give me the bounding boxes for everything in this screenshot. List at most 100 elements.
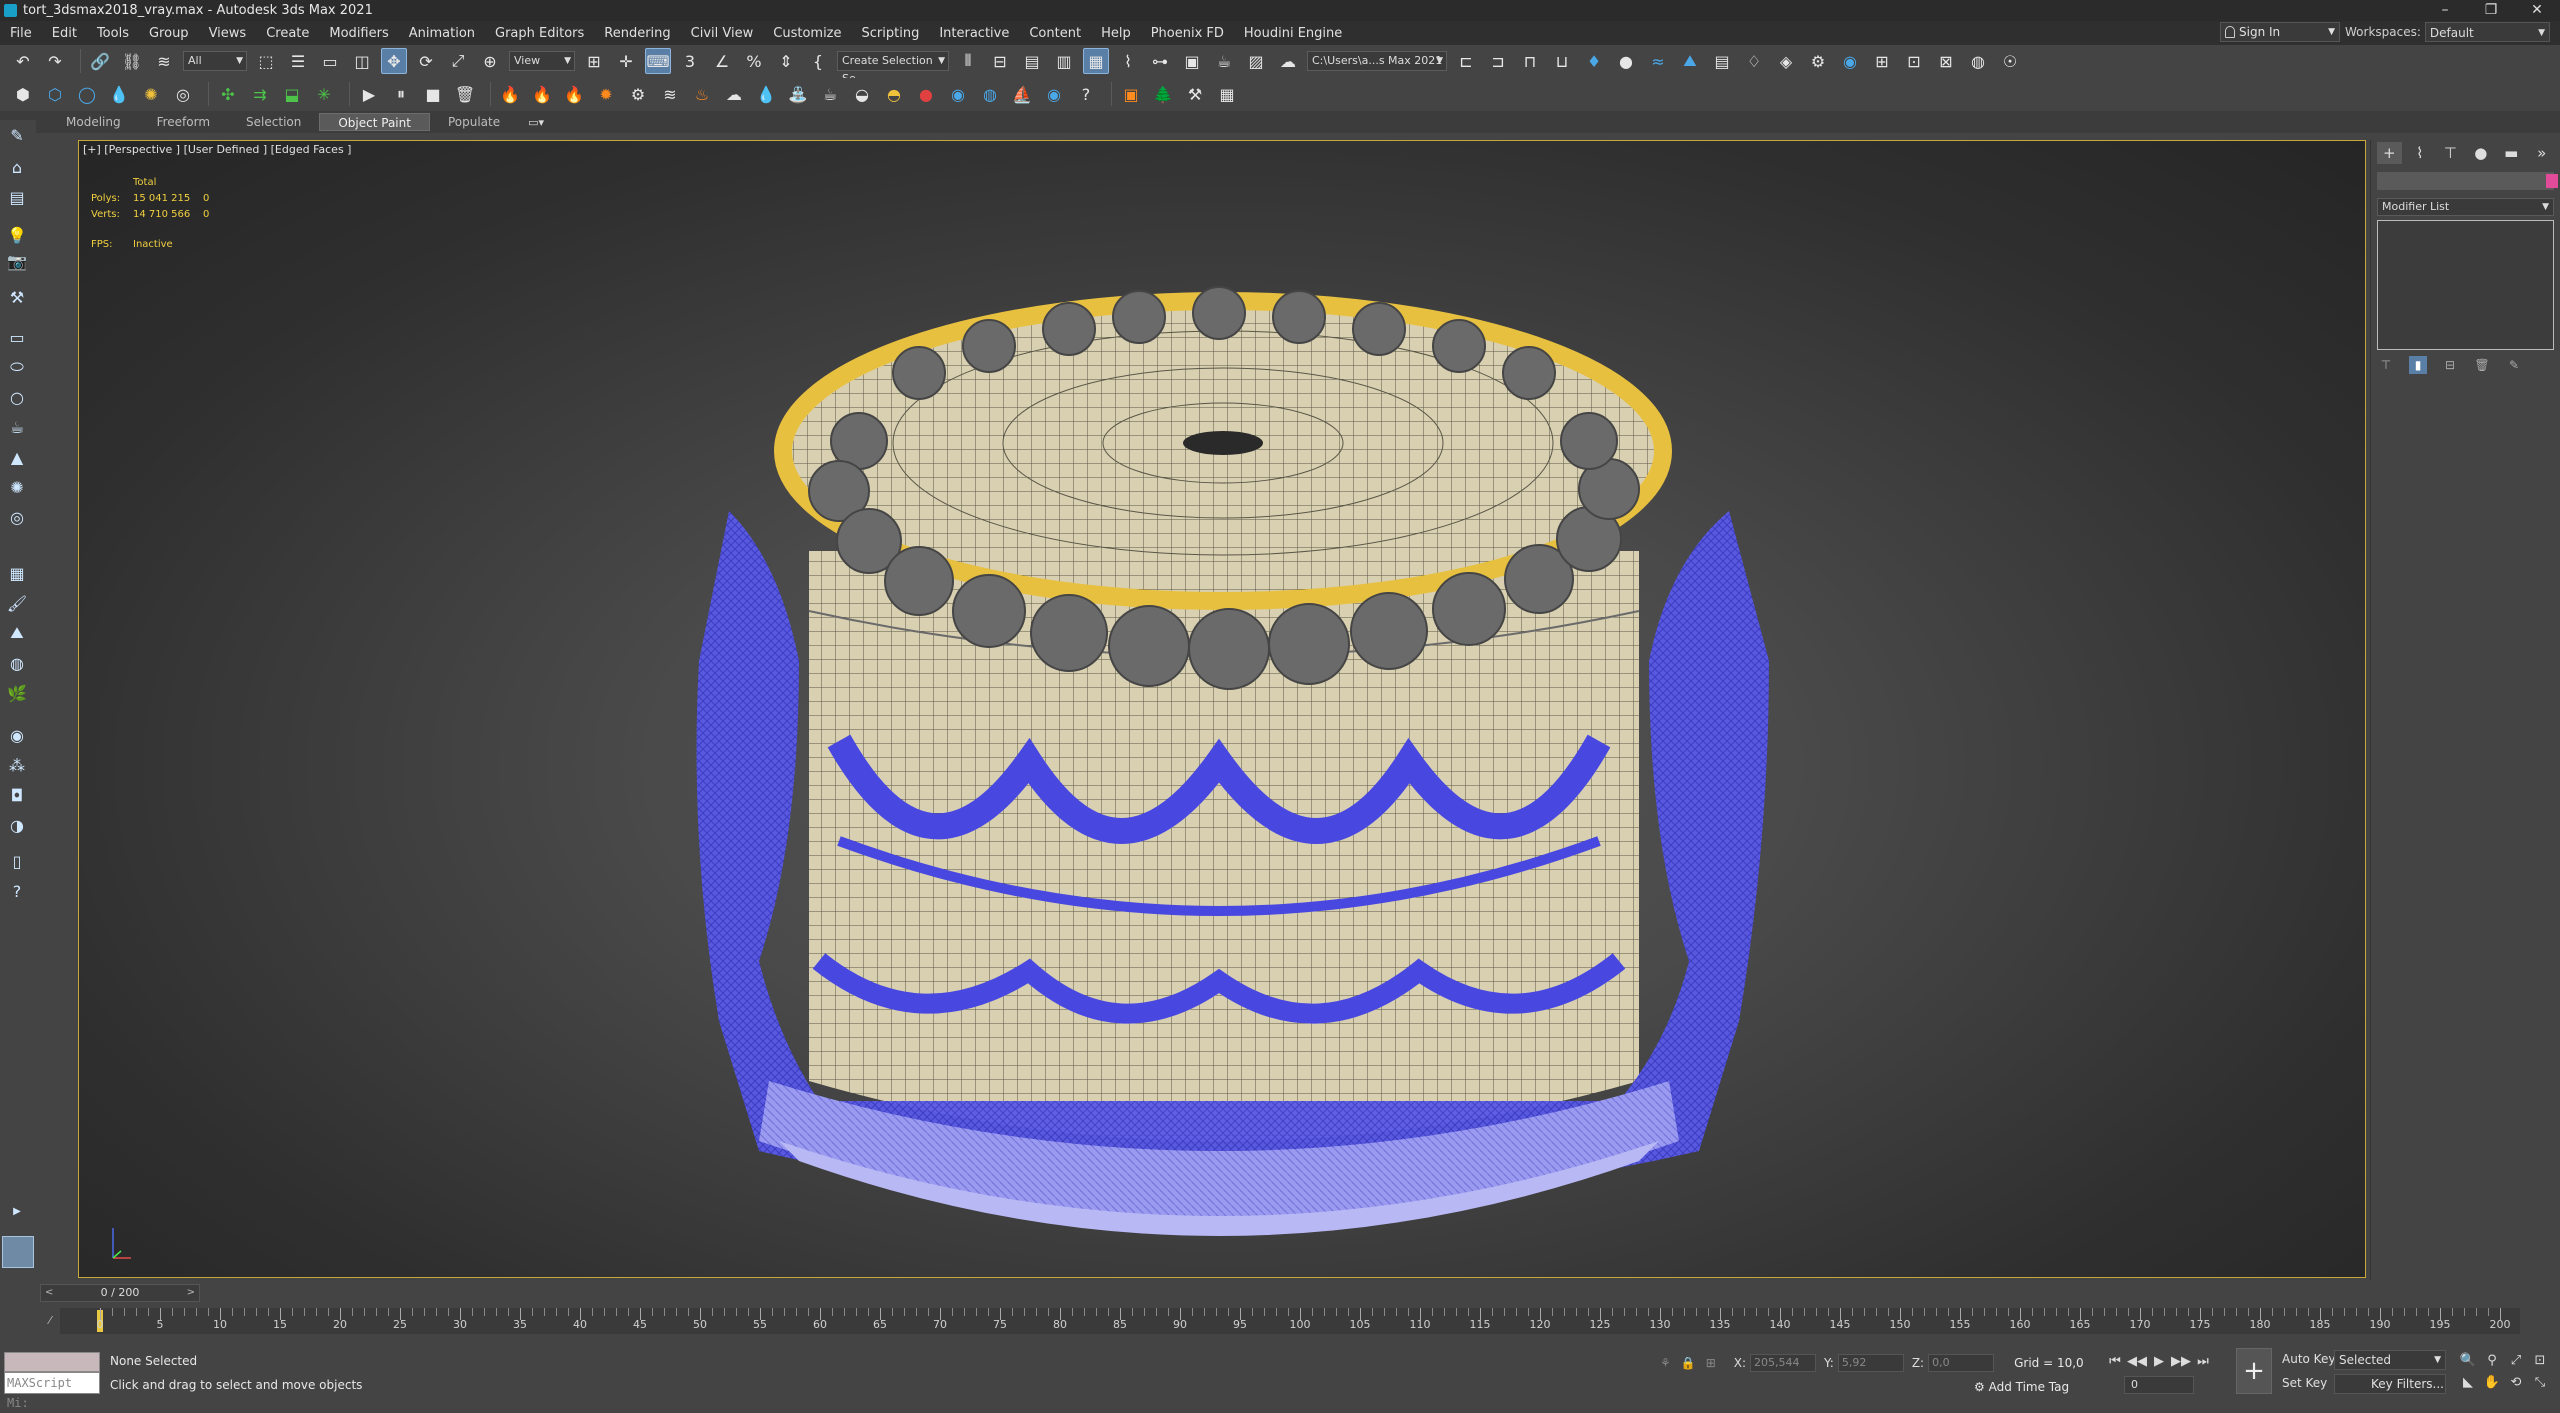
help-circle-icon[interactable]: ? <box>6 880 28 902</box>
phoenix-fire-icon[interactable]: 🔥 <box>497 81 523 107</box>
phoenix-splash-icon[interactable]: ⛲ <box>785 81 811 107</box>
phoenix-settings-icon[interactable]: ⚙ <box>625 81 651 107</box>
sphere-icon[interactable]: ◯ <box>74 81 100 107</box>
play-animation-icon[interactable]: ▶ <box>2148 1352 2170 1372</box>
phoenix-flame-icon[interactable]: 🔥 <box>561 81 587 107</box>
add-time-tag[interactable]: ⚙ Add Time Tag <box>1974 1380 2069 1394</box>
camera-icon[interactable]: 📷 <box>6 250 28 272</box>
maximize-button[interactable]: ❐ <box>2468 0 2514 21</box>
vray-grid-icon[interactable]: ⊞ <box>1869 48 1895 74</box>
minimize-button[interactable]: – <box>2422 0 2468 21</box>
vray-sun-icon[interactable]: ⚙ <box>1805 48 1831 74</box>
dragon-icon[interactable]: ⛰ <box>6 622 28 644</box>
pin-stack-icon[interactable]: ⊤ <box>2377 356 2395 374</box>
phoenix-blast-icon[interactable]: ✹ <box>593 81 619 107</box>
create-tab-icon[interactable]: + <box>2377 142 2402 164</box>
workspaces-dropdown[interactable]: Default ▼ <box>2424 22 2550 42</box>
zoom-all-icon[interactable]: ⚲ <box>2480 1350 2504 1372</box>
brush-icon[interactable]: 🖌 <box>6 592 28 614</box>
vray-frame-buffer-icon[interactable]: ▤ <box>1709 48 1735 74</box>
phoenix-ocean-icon[interactable]: ◓ <box>881 81 907 107</box>
edit-named-selection-icon[interactable]: { <box>805 48 831 74</box>
orbit-icon[interactable]: ⟲ <box>2504 1372 2528 1394</box>
zoom-icon[interactable]: 🔍 <box>2456 1350 2480 1372</box>
vray-decal-icon[interactable]: ⊠ <box>1933 48 1959 74</box>
modify-tab-icon[interactable]: ⌇ <box>2408 142 2433 164</box>
menu-civil-view[interactable]: Civil View <box>681 26 764 41</box>
display-tab-icon[interactable]: ▬ <box>2499 142 2524 164</box>
isolate-selection-icon[interactable]: ⚘ <box>1660 1356 1671 1370</box>
keyboard-shortcut-override-icon[interactable]: ⌨ <box>645 48 671 74</box>
vray-dome-icon[interactable]: ◉ <box>1837 48 1863 74</box>
align-icon[interactable]: ⊟ <box>987 48 1013 74</box>
select-and-rotate-icon[interactable]: ⟳ <box>413 48 439 74</box>
ref-coord-dropdown[interactable]: View ▼ <box>509 51 575 71</box>
time-slider[interactable]: < 0 / 200 > <box>40 1284 200 1302</box>
plant-icon[interactable]: 🌿 <box>6 682 28 704</box>
phoenix-force-icon[interactable]: ● <box>913 81 939 107</box>
select-and-move-icon[interactable]: ✥ <box>381 48 407 74</box>
vray-region-icon[interactable]: ⊡ <box>1901 48 1927 74</box>
palette-icon[interactable]: ⁂ <box>6 754 28 776</box>
zoom-extents-all-icon[interactable]: ⊡ <box>2528 1350 2552 1372</box>
menu-tools[interactable]: Tools <box>87 26 139 41</box>
box-icon[interactable]: ▭ <box>6 326 28 348</box>
tab-freeform[interactable]: Freeform <box>139 113 228 131</box>
maxscript-output[interactable] <box>4 1352 100 1372</box>
render-icon[interactable]: ◘ <box>6 784 28 806</box>
tab-object-paint[interactable]: Object Paint <box>319 113 430 131</box>
vray-mesh-export-icon[interactable]: ♢ <box>1741 48 1767 74</box>
menu-group[interactable]: Group <box>139 26 199 41</box>
x-coordinate-field[interactable]: 205,544 <box>1750 1354 1817 1372</box>
vray-light-icon[interactable]: ♦ <box>1581 48 1607 74</box>
next-frame-icon[interactable]: ▶▶ <box>2170 1352 2192 1372</box>
bind-space-warp-icon[interactable]: ≋ <box>151 48 177 74</box>
table-icon[interactable]: ▦ <box>1214 81 1240 107</box>
key-filters-button[interactable]: Key Filters... <box>2334 1374 2446 1394</box>
undo-icon[interactable]: ↶ <box>10 48 36 74</box>
expand-arrow-icon[interactable]: ▶ <box>6 1200 28 1222</box>
fumefx-icon[interactable]: ▣ <box>1118 81 1144 107</box>
torus-icon[interactable]: ◎ <box>170 81 196 107</box>
scale-gizmo-icon[interactable]: ⬓ <box>279 81 305 107</box>
track-bar[interactable]: 0 5 10 15 20 25 30 35 40 45 50 55 60 65 70 75 80 85 90 95 10… <box>60 1308 2520 1334</box>
maxscript-input[interactable]: MAXScript Mi: <box>4 1372 100 1410</box>
object-name-field[interactable] <box>2377 172 2558 190</box>
helper-icon[interactable]: ⚒ <box>6 286 28 308</box>
menu-houdini-engine[interactable]: Houdini Engine <box>1234 26 1352 41</box>
snaps-toggle-icon[interactable]: 3 <box>677 48 703 74</box>
create-icon[interactable]: ✎ <box>6 124 28 146</box>
maximize-viewport-icon[interactable]: ⤡ <box>2528 1372 2552 1394</box>
configure-modifier-sets-icon[interactable]: ✎ <box>2505 356 2523 374</box>
select-manipulate-icon[interactable]: ✛ <box>613 48 639 74</box>
vray-vision-icon[interactable]: ◍ <box>1965 48 1991 74</box>
remove-modifier-icon[interactable]: 🗑 <box>2473 356 2491 374</box>
help-icon[interactable]: ? <box>1073 81 1099 107</box>
render-production-icon[interactable]: ☁ <box>1275 48 1301 74</box>
redo-icon[interactable]: ↷ <box>42 48 68 74</box>
window-crossing-icon[interactable]: ◫ <box>349 48 375 74</box>
cone-icon[interactable]: ▲ <box>6 446 28 468</box>
scene-icon[interactable]: ▤ <box>6 186 28 208</box>
render-setup-icon[interactable]: ☕ <box>1211 48 1237 74</box>
light-bulb-icon[interactable]: 💡 <box>6 224 28 246</box>
trash-icon[interactable]: 🗑 <box>452 81 478 107</box>
make-unique-icon[interactable]: ⊟ <box>2441 356 2459 374</box>
rendered-frame-window-icon[interactable]: ▨ <box>1243 48 1269 74</box>
phoenix-foam-icon[interactable]: ◉ <box>1041 81 1067 107</box>
cake-model[interactable] <box>79 141 2366 1278</box>
unlink-icon[interactable]: ⛓ <box>119 48 145 74</box>
go-to-end-icon[interactable]: ⏭ <box>2192 1352 2214 1372</box>
sign-in-button[interactable]: Sign In ▼ <box>2220 22 2340 42</box>
menu-interactive[interactable]: Interactive <box>929 26 1019 41</box>
close-button[interactable]: ✕ <box>2514 0 2560 21</box>
phoenix-cloud-icon[interactable]: ☁ <box>721 81 747 107</box>
show-end-result-icon[interactable]: ▮ <box>2409 356 2427 374</box>
phoenix-pool-icon[interactable]: ◍ <box>977 81 1003 107</box>
absolute-mode-icon[interactable]: ⊞ <box>1706 1356 1716 1370</box>
fov-icon[interactable]: ◣ <box>2456 1372 2480 1394</box>
modifier-stack[interactable] <box>2377 220 2554 350</box>
project-folder-icon[interactable]: ⊔ <box>1549 48 1575 74</box>
radial-icon[interactable]: ✺ <box>138 81 164 107</box>
phoenix-source-icon[interactable]: ♨ <box>689 81 715 107</box>
